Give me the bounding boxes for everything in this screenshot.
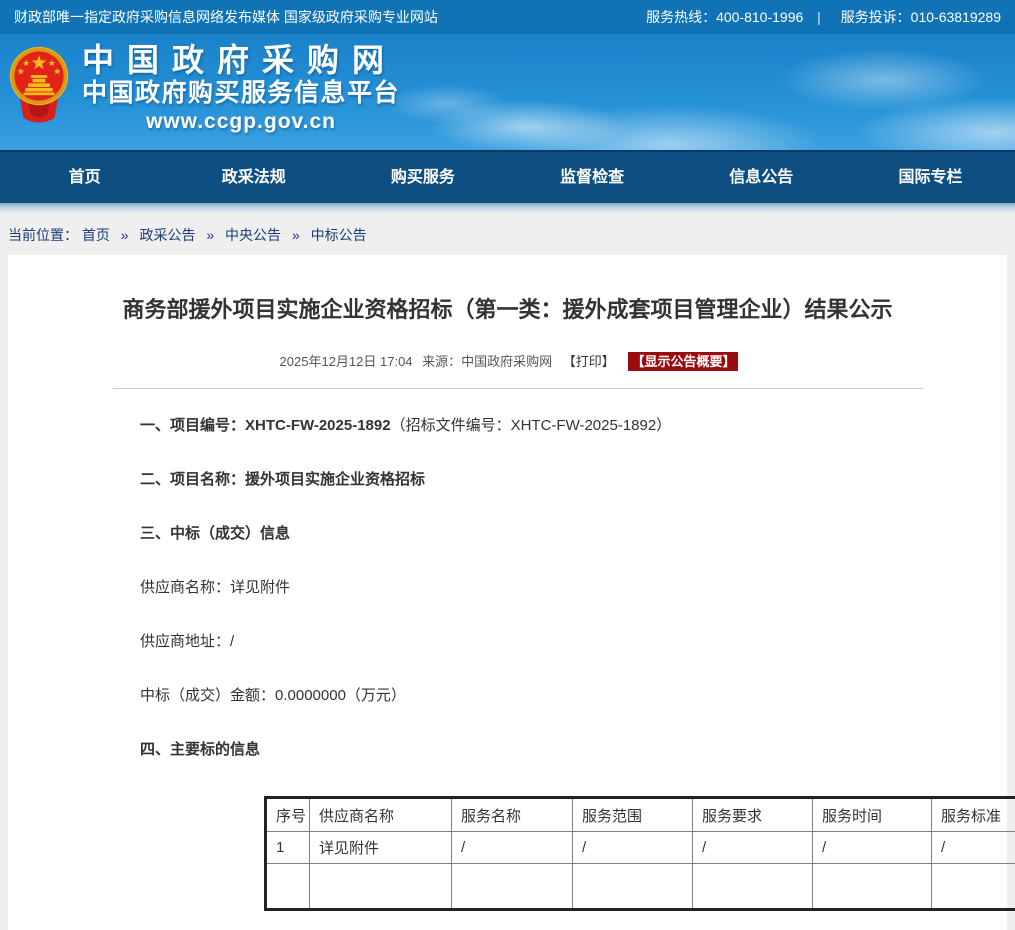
breadcrumb-award[interactable]: 中标公告 [311, 227, 367, 243]
paragraph-award-info: 三、中标（成交）信息 [140, 526, 1007, 542]
table-cell [266, 864, 310, 910]
column-header: 服务范围 [573, 798, 693, 832]
paragraph-regular-text: （招标文件编号：XHTC-FW-2025-1892） [391, 417, 672, 434]
site-slogan: 财政部唯一指定政府采购信息网络发布媒体 国家级政府采购专业网站 [14, 7, 438, 27]
nav-item-international[interactable]: 国际专栏 [846, 152, 1015, 203]
paragraph-supplier-name: 供应商名称：详见附件 [140, 580, 1007, 596]
breadcrumb: 当前位置： 首页 » 政采公告 » 中央公告 » 中标公告 [8, 225, 367, 245]
table-cell: / [693, 832, 813, 864]
paragraph-bold-text: 一、项目编号：XHTC-FW-2025-1892 [140, 417, 391, 434]
table-cell [573, 864, 693, 910]
table-cell: / [452, 832, 573, 864]
table-header-row: 序号 供应商名称 服务名称 服务范围 服务要求 服务时间 服务标准 [266, 798, 1015, 832]
source-label: 来源：中国政府采购网 [422, 354, 552, 369]
table-cell: / [932, 832, 1015, 864]
paragraph-project-number: 一、项目编号：XHTC-FW-2025-1892（招标文件编号：XHTC-FW-… [140, 418, 1007, 434]
table-cell [813, 864, 932, 910]
nav-item-supervision[interactable]: 监督检查 [508, 152, 677, 203]
topbar-divider: | [817, 9, 821, 25]
column-header: 服务名称 [452, 798, 573, 832]
site-logo[interactable]: 中国政府采购网 中国政府购买服务信息平台 www.ccgp.gov.cn [8, 42, 400, 135]
table-cell: 1 [266, 832, 310, 864]
publish-datetime: 2025年12月12日 17:04 [280, 354, 413, 369]
breadcrumb-prefix: 当前位置： [8, 227, 78, 243]
paragraph-award-amount: 中标（成交）金额：0.0000000（万元） [140, 688, 1007, 704]
column-header: 服务标准 [932, 798, 1015, 832]
table-row: 1 详见附件 / / / / / [266, 832, 1015, 864]
page-title: 商务部援外项目实施企业资格招标（第一类：援外成套项目管理企业）结果公示 [48, 295, 967, 325]
nav-item-regulations[interactable]: 政采法规 [169, 152, 338, 203]
table-cell [693, 864, 813, 910]
table-cell: 详见附件 [310, 832, 452, 864]
divider-line [113, 388, 923, 389]
nav-item-purchase-services[interactable]: 购买服务 [338, 152, 507, 203]
column-header: 服务时间 [813, 798, 932, 832]
paragraph-bold-text: 二、项目名称：援外项目实施企业资格招标 [140, 471, 425, 488]
paragraph-bold-text: 三、中标（成交）信息 [140, 525, 290, 542]
show-summary-button[interactable]: 【显示公告概要】 [628, 352, 738, 371]
column-header: 服务要求 [693, 798, 813, 832]
service-complaint: 服务投诉：010-63819289 [841, 9, 1001, 25]
breadcrumb-home[interactable]: 首页 [82, 227, 110, 243]
site-url: www.ccgp.gov.cn [82, 109, 400, 135]
topbar: 财政部唯一指定政府采购信息网络发布媒体 国家级政府采购专业网站 服务热线：400… [0, 0, 1015, 34]
table-cell [932, 864, 1015, 910]
paragraph-project-name: 二、项目名称：援外项目实施企业资格招标 [140, 472, 1007, 488]
site-header: 中国政府采购网 中国政府购买服务信息平台 www.ccgp.gov.cn [0, 34, 1015, 150]
paragraph-regular-text: 供应商地址：/ [140, 633, 234, 650]
paragraph-regular-text: 中标（成交）金额：0.0000000（万元） [140, 687, 406, 704]
announcement-card: 商务部援外项目实施企业资格招标（第一类：援外成套项目管理企业）结果公示 2025… [8, 255, 1007, 930]
paragraph-bold-text: 四、主要标的信息 [140, 741, 260, 758]
paragraph-supplier-address: 供应商地址：/ [140, 634, 1007, 650]
breadcrumb-separator: » [121, 227, 129, 243]
main-nav: 首页 政采法规 购买服务 监督检查 信息公告 国际专栏 [0, 150, 1015, 203]
breadcrumb-zhengcai[interactable]: 政采公告 [139, 227, 195, 243]
table-row [266, 864, 1015, 910]
column-header: 序号 [266, 798, 310, 832]
print-button[interactable]: 【打印】 [563, 354, 615, 369]
subject-info-table: 序号 供应商名称 服务名称 服务范围 服务要求 服务时间 服务标准 1 详见附件… [264, 796, 1015, 911]
service-hotline: 服务热线：400-810-1996 [646, 9, 803, 25]
topbar-contacts: 服务热线：400-810-1996 | 服务投诉：010-63819289 [640, 7, 1001, 27]
logo-text: 中国政府采购网 中国政府购买服务信息平台 www.ccgp.gov.cn [82, 42, 400, 135]
site-title: 中国政府采购网 [82, 42, 400, 78]
table-cell: / [813, 832, 932, 864]
table-cell: / [573, 832, 693, 864]
national-emblem-icon [8, 44, 70, 130]
table-cell [310, 864, 452, 910]
breadcrumb-separator: » [206, 227, 214, 243]
breadcrumb-separator: » [292, 227, 300, 243]
article-meta: 2025年12月12日 17:04 来源：中国政府采购网 【打印】 【显示公告概… [8, 351, 1007, 370]
article-body: 一、项目编号：XHTC-FW-2025-1892（招标文件编号：XHTC-FW-… [140, 418, 1007, 911]
paragraph-regular-text: 供应商名称：详见附件 [140, 579, 290, 596]
nav-item-home[interactable]: 首页 [0, 152, 169, 203]
column-header: 供应商名称 [310, 798, 452, 832]
nav-item-announcements[interactable]: 信息公告 [677, 152, 846, 203]
paragraph-main-subject: 四、主要标的信息 [140, 742, 1007, 758]
table-cell [452, 864, 573, 910]
breadcrumb-central[interactable]: 中央公告 [225, 227, 281, 243]
site-subtitle: 中国政府购买服务信息平台 [82, 78, 400, 109]
breadcrumb-band: 当前位置： 首页 » 政采公告 » 中央公告 » 中标公告 [0, 203, 1015, 255]
